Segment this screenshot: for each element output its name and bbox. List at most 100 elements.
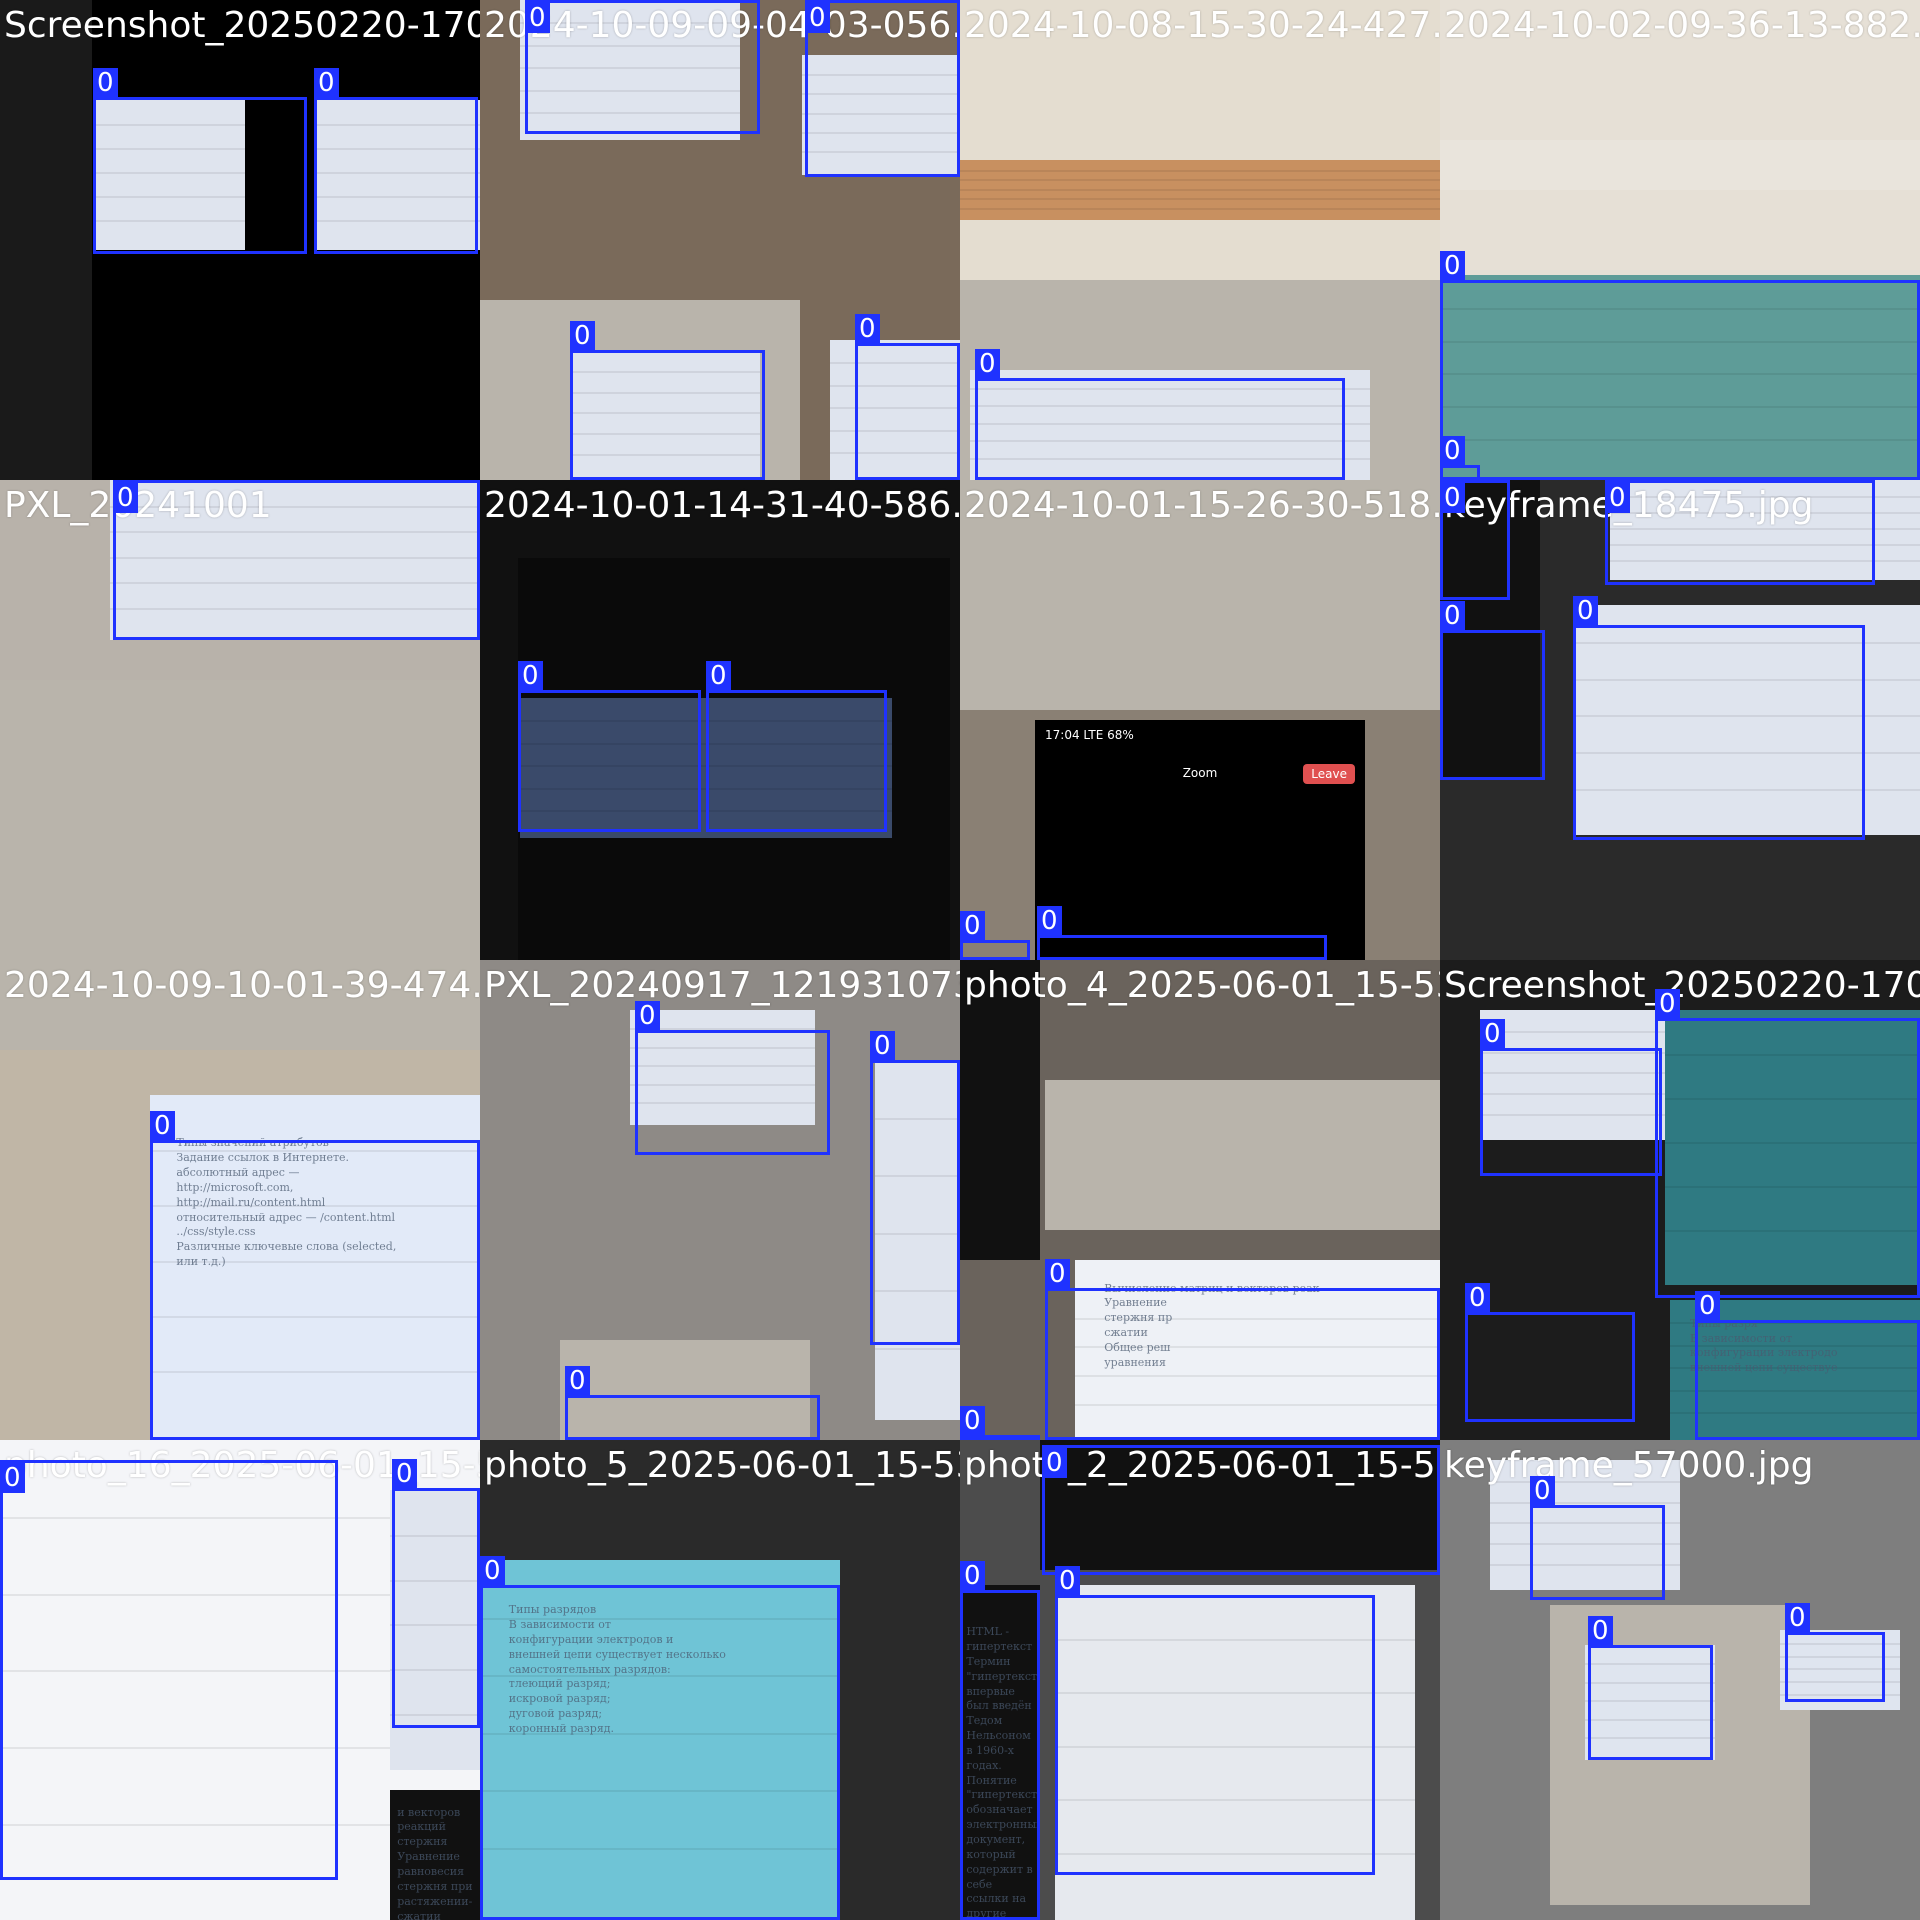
detection-box: 0 [1605,480,1875,585]
detection-box: 0 [93,68,307,254]
detection-box: 0 [0,1460,338,1880]
detection-box: 0 [314,68,478,254]
leave-button[interactable]: Leave [1303,764,1355,784]
detection-class-label: 0 [150,1111,175,1141]
detection-box: 0 [635,1001,830,1155]
detection-class-label: 0 [960,1406,985,1436]
detection-box: 0 [975,349,1345,480]
slide-line [960,208,1440,210]
mosaic-tile: 0 0 Screenshot_20250220-170426_Zoom.png [0,0,480,480]
detection-class-label: 0 [1440,436,1465,466]
detection-class-label: 0 [1045,1259,1070,1289]
mosaic-tile: 0000keyframe_18475.jpg [1440,480,1920,960]
detection-class-label: 0 [1588,1616,1613,1646]
slide-line [960,179,1440,182]
detection-box: 0 [1695,1291,1920,1440]
detection-box: 0 [570,321,765,480]
detection-class-label: 0 [518,661,543,691]
detection-class-label: 0 [525,3,550,33]
detection-class-label: 0 [1605,483,1630,513]
slide-line [1490,1501,1680,1504]
slide-line [92,76,480,79]
photo-region [1045,1080,1440,1230]
slide-line [1480,1030,1665,1033]
detection-box: 0 [805,0,960,177]
detection-box: 0 [706,661,887,832]
detection-class-label: 0 [975,349,1000,379]
tile-filename: PXL_20240917_121931073.jpg [484,965,960,1006]
detection-box: 0 [1465,1283,1635,1422]
detection-box: 0 [1785,1603,1885,1702]
detection-class-label: 0 [1573,596,1598,626]
detection-class-label: 0 [570,321,595,351]
detection-class-label: 0 [480,1556,505,1586]
slide-content: и векторов реакций стержня Уравнение рав… [390,1790,480,1920]
detection-class-label: 0 [113,483,138,513]
detection-class-label: 0 [706,661,731,691]
tile-filename: 2024-10-09-10-01-39-474.jpg [4,965,480,1006]
detection-class-label: 0 [1655,989,1680,1019]
slide-line [960,198,1440,201]
slide-line [960,169,1440,172]
detection-box: 0 [1440,601,1545,780]
slide-line [92,384,480,386]
detection-box: 0 [1045,1259,1440,1440]
tile-filename: photo_4_2025-06-01_15-53-54.jpg [964,965,1440,1006]
detection-box: 0 [565,1366,820,1440]
mosaic-tile: Типы значений атрибутов Задание ссылок в… [0,960,480,1440]
detection-box: 0 [1037,906,1327,960]
detection-class-label: 0 [1037,906,1062,936]
detection-class-label: 0 [1480,1019,1505,1049]
detection-box: 0 [1440,251,1920,480]
tile-filename: 2024-10-01-15-26-30-518.jpg [964,485,1440,526]
mosaic-tile: 0 PXL_20241001 [0,480,480,960]
tile-filename: 2024-10-01-14-31-40-586.jpg [484,485,960,526]
detection-class-label: 0 [1530,1476,1555,1506]
photo-region [0,680,480,960]
detection-box: 0 [525,0,760,134]
mosaic-tile: 0 0 2024-10-02-09-36-13-882.jpg [1440,0,1920,480]
detection-class-label: 0 [960,1561,985,1591]
detection-box: 0 [960,1561,1040,1920]
detection-class-label: 0 [1440,601,1465,631]
detection-class-label: 0 [392,1459,417,1489]
detection-class-label: 0 [870,1031,895,1061]
mosaic-tile: и векторов реакций стержня Уравнение рав… [0,1440,480,1920]
detection-class-label: 0 [855,314,880,344]
slide-line [92,307,480,310]
detection-class-label: 0 [960,911,985,941]
detection-box: 0 [1655,989,1920,1298]
tile-filename: photo_5_2025-06-01_15-53-54.jpg [484,1445,960,1486]
detection-box: 0 [392,1459,480,1728]
detection-box: 0 [150,1111,480,1440]
photo-region [1440,140,1920,190]
detection-class-label: 0 [314,68,339,98]
detection-class-label: 0 [1785,1603,1810,1633]
tile-filename: 2024-10-08-15-30-24-427.jpg [964,5,1440,46]
photo-region [960,160,1440,220]
detection-box: 0 [1440,480,1510,600]
mosaic-tile: 00002024-10-09-09-04-03-056.jpg [480,0,960,480]
detection-class-label: 0 [0,1463,25,1493]
mosaic-tile: 17:04 LTE 68% Zoom Leave 0 0 2024-10-01-15-26… [960,480,1440,960]
zoom-title: Zoom [1182,766,1218,780]
detection-class-label: 0 [1042,1448,1067,1478]
detection-class-label: 0 [1440,251,1465,281]
slide-text: и векторов реакций стержня Уравнение рав… [397,1805,473,1920]
detection-box: 0 [1573,596,1865,840]
detection-class-label: 0 [93,68,118,98]
detection-box: 0 [855,314,960,480]
detection-box: 0 [1480,1019,1662,1176]
mosaic-tile: 0 0 2024-10-01-14-31-40-586.jpg [480,480,960,960]
zoom-phone-screen: 17:04 LTE 68% Zoom Leave [1035,720,1365,960]
detection-class-label: 0 [1465,1283,1490,1313]
detection-box: 0 [1055,1566,1375,1875]
detection-box: 0 [480,1556,840,1920]
tile-filename: keyframe_57000.jpg [1444,1445,1814,1486]
photo-background [0,0,95,480]
status-bar: 17:04 LTE 68% [1045,728,1134,742]
mosaic-tile: Типы разрядов В зависимости от конфигура… [480,1440,960,1920]
mosaic-grid: 00Screenshot_20250220-170426_Zoom.png000… [0,0,1920,1920]
detection-box: 0 [113,480,480,640]
detection-box: 0 [870,1031,960,1345]
